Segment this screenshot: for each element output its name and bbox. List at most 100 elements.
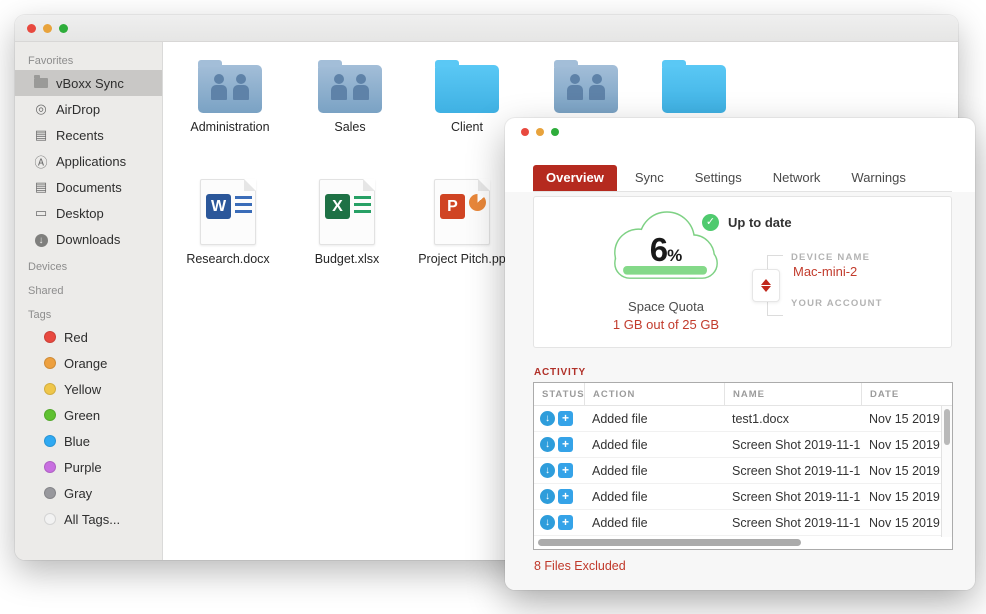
sidebar-section-favorites: Favorites xyxy=(15,46,162,70)
add-icon: + xyxy=(558,437,573,452)
activity-section-label: ACTIVITY xyxy=(534,367,586,378)
row-name: Screen Shot 2019-11-15 a... xyxy=(724,464,861,478)
check-icon: ✓ xyxy=(702,214,719,231)
column-status[interactable]: STATUS xyxy=(534,383,584,405)
tag-dot-all xyxy=(44,513,56,525)
sidebar-item-label: AirDrop xyxy=(56,102,100,117)
table-row[interactable]: ↓ + Added file Screen Shot 2019-11-15 a.… xyxy=(534,510,952,536)
add-icon: + xyxy=(558,515,573,530)
close-button[interactable] xyxy=(521,128,529,136)
minimize-button[interactable] xyxy=(43,24,52,33)
column-action[interactable]: ACTION xyxy=(584,383,724,405)
folder-icon xyxy=(32,76,50,91)
sidebar-tag-blue[interactable]: Blue xyxy=(15,428,162,454)
powerpoint-badge: P xyxy=(440,194,465,219)
zoom-button[interactable] xyxy=(551,128,559,136)
sidebar-tag-purple[interactable]: Purple xyxy=(15,454,162,480)
sidebar-item-downloads[interactable]: ↓ Downloads xyxy=(15,226,162,252)
sidebar-tag-yellow[interactable]: Yellow xyxy=(15,376,162,402)
column-name[interactable]: NAME xyxy=(724,383,861,405)
row-action: Added file xyxy=(584,412,724,426)
excel-document-icon: X xyxy=(319,179,375,245)
sidebar-item-documents[interactable]: ▤ Documents xyxy=(15,174,162,200)
tag-label: Green xyxy=(64,408,100,423)
vertical-scrollbar[interactable] xyxy=(941,406,952,537)
files-excluded-link[interactable]: 8 Files Excluded xyxy=(534,559,626,573)
folder-shared-4[interactable] xyxy=(528,55,644,120)
sidebar-item-airdrop[interactable]: ◎ AirDrop xyxy=(15,96,162,122)
folder-icon xyxy=(662,65,726,113)
tab-bar: Overview Sync Settings Network Warnings xyxy=(533,165,952,192)
file-research-docx[interactable]: W Research.docx xyxy=(170,179,286,266)
download-icon: ↓ xyxy=(540,411,555,426)
applications-icon: Ⓐ xyxy=(32,152,50,171)
sync-arrows-icon xyxy=(752,269,780,302)
activity-table: STATUS ACTION NAME DATE ↓ + Added file t… xyxy=(533,382,953,550)
tag-dot-orange xyxy=(44,357,56,369)
sidebar-tag-orange[interactable]: Orange xyxy=(15,350,162,376)
tab-network[interactable]: Network xyxy=(760,165,834,191)
table-row[interactable]: ↓ + Added file test1.docx Nov 15 2019 04 xyxy=(534,406,952,432)
airdrop-icon: ◎ xyxy=(32,101,50,117)
sidebar-item-desktop[interactable]: ▭ Desktop xyxy=(15,200,162,226)
sidebar-item-label: Desktop xyxy=(56,206,104,221)
tag-label: Yellow xyxy=(64,382,101,397)
finder-titlebar xyxy=(15,15,958,42)
tab-settings[interactable]: Settings xyxy=(682,165,755,191)
folder-administration[interactable]: Administration xyxy=(172,55,288,134)
sidebar-item-label: vBoxx Sync xyxy=(56,76,124,91)
sidebar-item-applications[interactable]: Ⓐ Applications xyxy=(15,148,162,174)
status-text: Up to date xyxy=(728,215,792,230)
download-icon: ↓ xyxy=(540,489,555,504)
sidebar-tag-gray[interactable]: Gray xyxy=(15,480,162,506)
sidebar-tag-red[interactable]: Red xyxy=(15,324,162,350)
your-account-label[interactable]: YOUR ACCOUNT xyxy=(791,298,883,309)
table-row[interactable]: ↓ + Added file Screen Shot 2019-11-15 a.… xyxy=(534,484,952,510)
sidebar-section-tags[interactable]: Tags xyxy=(15,300,162,324)
sidebar-item-label: Documents xyxy=(56,180,122,195)
shared-folder-icon xyxy=(318,65,382,113)
zoom-button[interactable] xyxy=(59,24,68,33)
file-project-pitch[interactable]: P Project Pitch.pp xyxy=(404,179,520,266)
sidebar-section-devices[interactable]: Devices xyxy=(15,252,162,276)
device-name[interactable]: Mac-mini-2 xyxy=(793,264,857,279)
sidebar-tag-all-tags[interactable]: All Tags... xyxy=(15,506,162,532)
close-button[interactable] xyxy=(27,24,36,33)
scrollbar-thumb[interactable] xyxy=(944,409,950,445)
file-budget-xlsx[interactable]: X Budget.xlsx xyxy=(289,179,405,266)
tab-warnings[interactable]: Warnings xyxy=(838,165,918,191)
shared-folder-icon xyxy=(198,65,262,113)
excel-badge: X xyxy=(325,194,350,219)
sidebar-item-vboxx-sync[interactable]: vBoxx Sync xyxy=(15,70,162,96)
row-action: Added file xyxy=(584,490,724,504)
tag-label: Purple xyxy=(64,460,102,475)
folder-plain-5[interactable] xyxy=(636,55,752,120)
row-name: Screen Shot 2019-11-15 a... xyxy=(724,438,861,452)
add-icon: + xyxy=(558,489,573,504)
recents-icon: ▤ xyxy=(32,127,50,143)
folder-sales[interactable]: Sales xyxy=(292,55,408,134)
table-row[interactable]: ↓ + Added file Screen Shot 2019-11-15 a.… xyxy=(534,432,952,458)
sidebar-item-recents[interactable]: ▤ Recents xyxy=(15,122,162,148)
column-date[interactable]: DATE xyxy=(861,383,952,405)
shared-folder-icon xyxy=(554,65,618,113)
tag-label: Blue xyxy=(64,434,90,449)
tab-sync[interactable]: Sync xyxy=(622,165,677,191)
pie-chart-glyph xyxy=(469,194,486,211)
sync-status: ✓ Up to date xyxy=(702,214,792,231)
documents-icon: ▤ xyxy=(32,179,50,195)
sidebar-section-shared[interactable]: Shared xyxy=(15,276,162,300)
quota-percent: 6% xyxy=(604,231,728,269)
tab-overview[interactable]: Overview xyxy=(533,165,617,191)
sidebar-item-label: Recents xyxy=(56,128,104,143)
row-name: Screen Shot 2019-11-15 a... xyxy=(724,490,861,504)
word-document-icon: W xyxy=(200,179,256,245)
row-name: Screen Shot 2019-11-15 a... xyxy=(724,516,861,530)
table-row[interactable]: ↓ + Added file Screen Shot 2019-11-15 a.… xyxy=(534,458,952,484)
minimize-button[interactable] xyxy=(536,128,544,136)
quota-detail: 1 GB out of 25 GB xyxy=(576,317,756,332)
sidebar-tag-green[interactable]: Green xyxy=(15,402,162,428)
tag-label: Red xyxy=(64,330,88,345)
file-name: Project Pitch.pp xyxy=(404,252,520,266)
horizontal-scrollbar-thumb[interactable] xyxy=(538,539,801,546)
